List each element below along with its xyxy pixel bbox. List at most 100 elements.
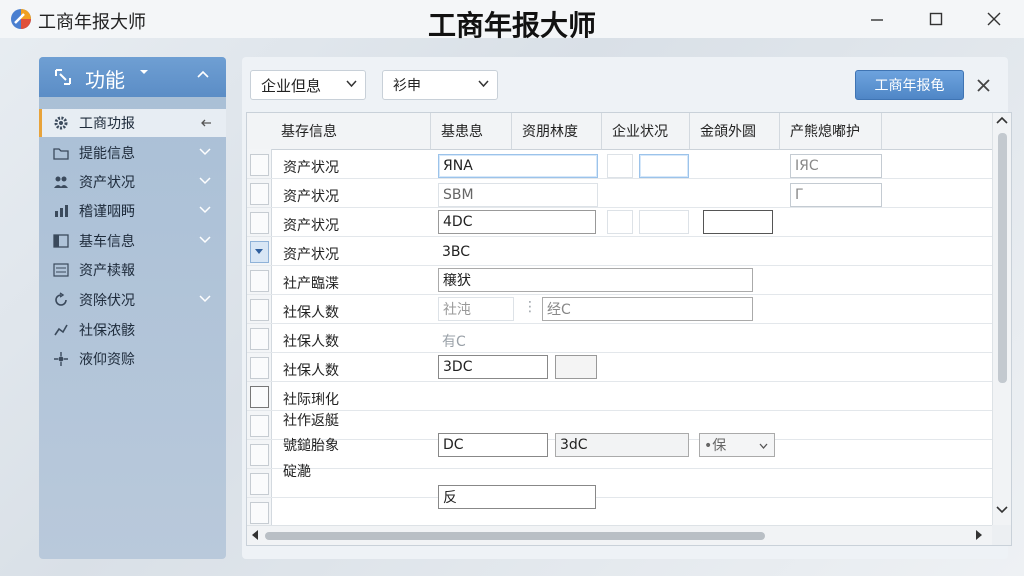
grid-cell-input[interactable]: 3dC <box>555 433 689 457</box>
sidebar-item-1[interactable]: 提能信息 <box>39 139 226 167</box>
grid-cell-input[interactable]: 3DC <box>438 355 548 379</box>
collapse-left-icon[interactable] <box>200 118 212 128</box>
scroll-right-icon[interactable] <box>974 529 988 543</box>
column-header[interactable]: 企业状况 <box>602 113 690 150</box>
grid-cell-input[interactable]: ΙЯC <box>790 154 882 178</box>
row-selector[interactable] <box>250 502 269 524</box>
row-checkbox[interactable] <box>250 386 269 408</box>
grid-cell-input[interactable]: SBM <box>438 183 598 207</box>
row-label: 碇濪 <box>283 464 311 480</box>
vertical-scrollbar[interactable] <box>992 113 1011 525</box>
chevron-up-icon[interactable] <box>197 69 209 81</box>
row-selector[interactable] <box>250 473 269 495</box>
grid-cell-input[interactable]: 4DC <box>438 210 596 234</box>
sidebar-item-label: 液仰资赊 <box>79 352 135 368</box>
sidebar-item-0[interactable]: 工商功报 <box>39 109 226 137</box>
row-divider <box>247 178 992 179</box>
close-window-button[interactable] <box>977 6 1011 32</box>
sidebar-item-6[interactable]: 资除伏况 <box>39 286 226 314</box>
grid-cell-input[interactable] <box>607 154 633 178</box>
grid-toggle[interactable] <box>555 355 597 379</box>
chevron-down-icon <box>199 177 211 185</box>
maximize-icon <box>929 12 943 26</box>
sidebar-item-label: 资除伏况 <box>79 293 135 309</box>
row-label: 社保人数 <box>283 305 339 321</box>
grid-cell-input[interactable]: 经C <box>542 297 753 321</box>
grid-cell-input[interactable] <box>639 154 689 178</box>
sidebar-item-4[interactable]: 基车信息 <box>39 227 226 255</box>
minimize-button[interactable] <box>860 6 894 32</box>
app-name: 工商年报大师 <box>38 12 146 33</box>
chevron-down-icon <box>199 295 211 303</box>
sidebar-item-2[interactable]: 资产状况 <box>39 168 226 196</box>
row-selector[interactable] <box>250 415 269 437</box>
scroll-down-icon[interactable] <box>996 505 1010 519</box>
vertical-scroll-thumb[interactable] <box>998 133 1007 383</box>
scroll-up-icon[interactable] <box>996 116 1010 130</box>
grid-cell-input[interactable]: 社沌 <box>438 297 514 321</box>
maximize-button[interactable] <box>919 6 953 32</box>
sub-select[interactable]: 衫申 <box>382 70 498 100</box>
sidebar-item-5[interactable]: 资产椟報 <box>39 256 226 284</box>
row-divider <box>247 381 992 382</box>
row-selector[interactable] <box>250 328 269 350</box>
sidebar-item-label: 基车信息 <box>79 234 135 250</box>
grid-cell-text[interactable]: 3BC <box>442 244 470 260</box>
cell-separator: ⋮ <box>523 299 537 315</box>
row-divider <box>247 236 992 237</box>
grid-cell-input[interactable]: Γ <box>790 183 882 207</box>
row-selector[interactable] <box>250 183 269 205</box>
app-logo-icon <box>11 9 31 29</box>
current-row-indicator-icon <box>255 249 263 254</box>
column-header-empty <box>882 113 992 150</box>
row-label: 资产状况 <box>283 189 339 205</box>
column-header[interactable]: 基存信息 <box>271 113 431 150</box>
grid-cell-input[interactable] <box>607 210 633 234</box>
row-selector-current[interactable] <box>250 241 269 263</box>
grid-cell-input[interactable] <box>639 210 689 234</box>
grid-cell-select-value: •保 <box>704 438 727 454</box>
annual-report-button[interactable]: 工商年报龟 <box>855 70 964 100</box>
horizontal-scroll-thumb[interactable] <box>265 532 765 540</box>
category-select[interactable]: 企业但息 <box>250 70 366 100</box>
sidebar-item-label: 社保浓骸 <box>79 323 135 339</box>
row-divider <box>247 265 992 266</box>
grid-cell-input[interactable]: DC <box>438 433 548 457</box>
column-header[interactable]: 产熊熄嘟护 <box>780 113 882 150</box>
sidebar-header[interactable]: 功能 <box>39 57 226 97</box>
grid-cell-input[interactable]: 穣犾 <box>438 268 753 292</box>
scroll-left-icon[interactable] <box>250 529 264 543</box>
title-bar: 工商年报大师 工商年报大师 <box>0 0 1024 42</box>
grid-cell-text[interactable]: 有C <box>442 331 466 351</box>
row-selector[interactable] <box>250 357 269 379</box>
row-label: 社保人数 <box>283 363 339 379</box>
chevron-down-icon <box>759 443 768 449</box>
row-selector[interactable] <box>250 270 269 292</box>
sidebar-item-label: 资产状况 <box>79 175 135 191</box>
chevron-down-icon <box>346 80 357 88</box>
grid-cell-input[interactable]: ЯNA <box>438 154 598 178</box>
row-label: 资产状况 <box>283 160 339 176</box>
column-header[interactable]: 基患息 <box>431 113 512 150</box>
close-panel-button[interactable] <box>972 74 994 96</box>
sidebar-item-label: 稽谨咽眄 <box>79 204 135 220</box>
horizontal-scrollbar[interactable] <box>247 525 992 545</box>
function-icon <box>55 69 71 85</box>
row-divider <box>247 294 992 295</box>
row-selector[interactable] <box>250 444 269 466</box>
row-selector[interactable] <box>250 212 269 234</box>
grid-cell-input[interactable]: 反 <box>438 485 596 509</box>
sidebar-item-7[interactable]: 社保浓骸 <box>39 316 226 344</box>
grid-cell-select[interactable]: •保 <box>699 433 775 457</box>
grid-cell-input[interactable] <box>703 210 773 234</box>
sidebar-item-8[interactable]: 液仰资赊 <box>39 345 226 373</box>
sidebar-item-label: 提能信息 <box>79 146 135 162</box>
column-header[interactable]: 金頜外圆 <box>690 113 780 150</box>
row-selector[interactable] <box>250 299 269 321</box>
row-divider <box>247 468 992 469</box>
row-label: 资产状况 <box>283 218 339 234</box>
column-header[interactable]: 资朋林度 <box>512 113 602 150</box>
row-divider <box>247 497 992 498</box>
sidebar-item-3[interactable]: 稽谨咽眄 <box>39 197 226 225</box>
row-selector[interactable] <box>250 154 269 176</box>
